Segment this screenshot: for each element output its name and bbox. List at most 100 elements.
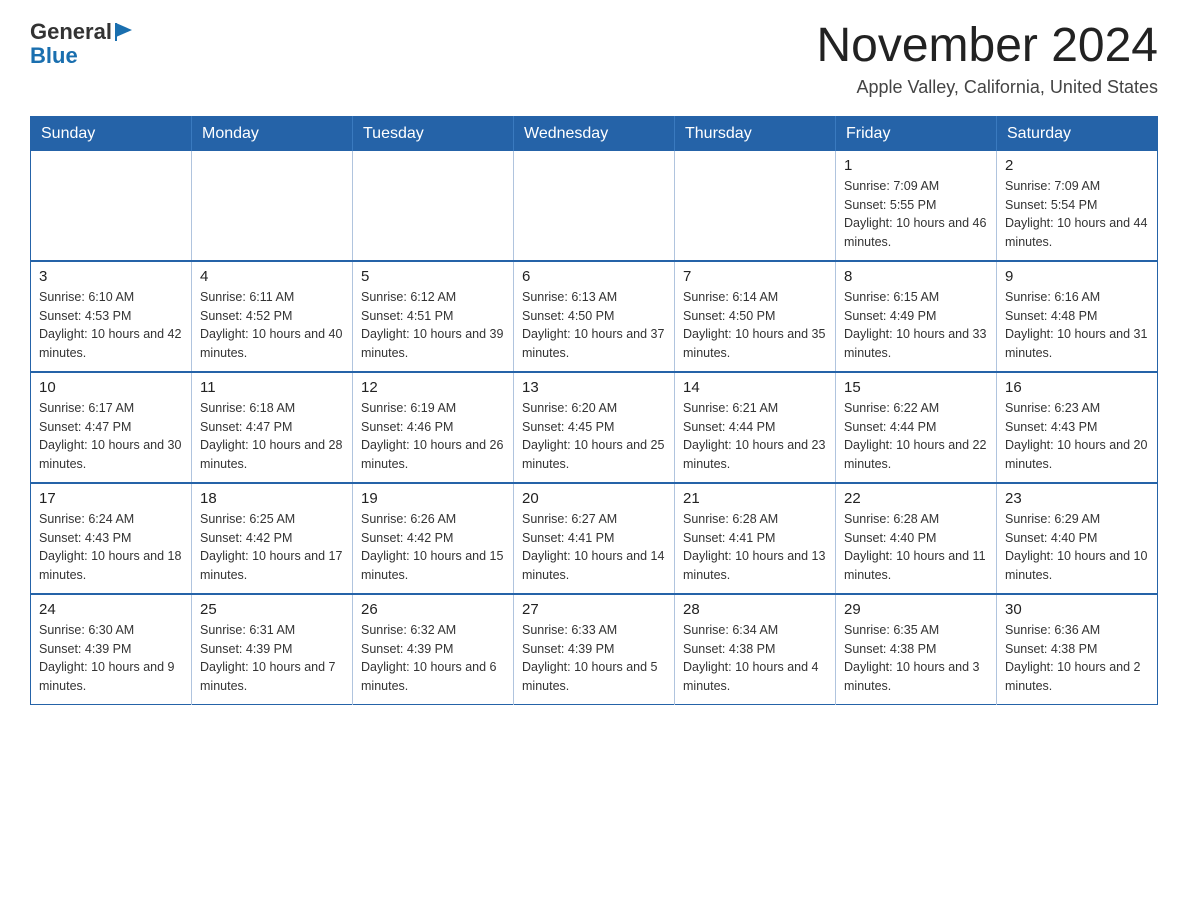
day-number: 20	[522, 490, 666, 507]
day-info: Sunrise: 6:28 AMSunset: 4:40 PMDaylight:…	[844, 510, 988, 585]
calendar-day-cell: 25 Sunrise: 6:31 AMSunset: 4:39 PMDayligh…	[192, 594, 353, 705]
calendar-day-cell: 7 Sunrise: 6:14 AMSunset: 4:50 PMDaylight…	[675, 261, 836, 372]
day-of-week-header: Saturday	[997, 116, 1158, 151]
location-title: Apple Valley, California, United States	[816, 77, 1158, 98]
day-number: 17	[39, 490, 183, 507]
day-info: Sunrise: 6:19 AMSunset: 4:46 PMDaylight:…	[361, 399, 505, 474]
calendar-header: SundayMondayTuesdayWednesdayThursdayFrid…	[31, 116, 1158, 151]
day-info: Sunrise: 6:26 AMSunset: 4:42 PMDaylight:…	[361, 510, 505, 585]
calendar-day-cell: 22 Sunrise: 6:28 AMSunset: 4:40 PMDayligh…	[836, 483, 997, 594]
calendar-day-cell: 14Sunrise: 6:21 AMSunset: 4:44 PMDayligh…	[675, 372, 836, 483]
calendar-table: SundayMondayTuesdayWednesdayThursdayFrid…	[30, 116, 1158, 705]
calendar-day-cell: 13 Sunrise: 6:20 AMSunset: 4:45 PMDayligh…	[514, 372, 675, 483]
calendar-day-cell: 3 Sunrise: 6:10 AMSunset: 4:53 PMDaylight…	[31, 261, 192, 372]
day-info: Sunrise: 6:31 AMSunset: 4:39 PMDaylight:…	[200, 621, 344, 696]
calendar-day-cell: 20 Sunrise: 6:27 AMSunset: 4:41 PMDayligh…	[514, 483, 675, 594]
calendar-day-cell: 15Sunrise: 6:22 AMSunset: 4:44 PMDayligh…	[836, 372, 997, 483]
calendar-week-row: 24Sunrise: 6:30 AMSunset: 4:39 PMDayligh…	[31, 594, 1158, 705]
day-info: Sunrise: 6:25 AMSunset: 4:42 PMDaylight:…	[200, 510, 344, 585]
calendar-day-cell: 4Sunrise: 6:11 AMSunset: 4:52 PMDaylight…	[192, 261, 353, 372]
day-number: 1	[844, 157, 988, 174]
day-number: 23	[1005, 490, 1149, 507]
day-info: Sunrise: 6:14 AMSunset: 4:50 PMDaylight:…	[683, 288, 827, 363]
calendar-day-cell: 23 Sunrise: 6:29 AMSunset: 4:40 PMDayligh…	[997, 483, 1158, 594]
calendar-day-cell: 5 Sunrise: 6:12 AMSunset: 4:51 PMDaylight…	[353, 261, 514, 372]
day-number: 22	[844, 490, 988, 507]
day-of-week-header: Wednesday	[514, 116, 675, 151]
day-info: Sunrise: 6:32 AMSunset: 4:39 PMDaylight:…	[361, 621, 505, 696]
day-number: 3	[39, 268, 183, 285]
title-section: November 2024 Apple Valley, California, …	[816, 20, 1158, 98]
calendar-day-cell: 8 Sunrise: 6:15 AMSunset: 4:49 PMDaylight…	[836, 261, 997, 372]
day-info: Sunrise: 6:15 AMSunset: 4:49 PMDaylight:…	[844, 288, 988, 363]
day-number: 11	[200, 379, 344, 396]
day-number: 28	[683, 601, 827, 618]
day-info: Sunrise: 6:30 AMSunset: 4:39 PMDaylight:…	[39, 621, 183, 696]
day-info: Sunrise: 7:09 AMSunset: 5:55 PMDaylight:…	[844, 177, 988, 252]
day-number: 26	[361, 601, 505, 618]
day-info: Sunrise: 6:35 AMSunset: 4:38 PMDaylight:…	[844, 621, 988, 696]
day-info: Sunrise: 6:24 AMSunset: 4:43 PMDaylight:…	[39, 510, 183, 585]
day-number: 13	[522, 379, 666, 396]
calendar-day-cell	[514, 151, 675, 261]
day-info: Sunrise: 6:20 AMSunset: 4:45 PMDaylight:…	[522, 399, 666, 474]
day-number: 2	[1005, 157, 1149, 174]
logo-blue-text: Blue	[30, 43, 78, 68]
day-number: 25	[200, 601, 344, 618]
day-number: 18	[200, 490, 344, 507]
day-number: 7	[683, 268, 827, 285]
calendar-day-cell: 19 Sunrise: 6:26 AMSunset: 4:42 PMDayligh…	[353, 483, 514, 594]
day-number: 6	[522, 268, 666, 285]
day-of-week-header: Monday	[192, 116, 353, 151]
day-number: 19	[361, 490, 505, 507]
calendar-week-row: 17 Sunrise: 6:24 AMSunset: 4:43 PMDayligh…	[31, 483, 1158, 594]
day-info: Sunrise: 6:27 AMSunset: 4:41 PMDaylight:…	[522, 510, 666, 585]
calendar-day-cell: 21 Sunrise: 6:28 AMSunset: 4:41 PMDayligh…	[675, 483, 836, 594]
calendar-week-row: 3 Sunrise: 6:10 AMSunset: 4:53 PMDaylight…	[31, 261, 1158, 372]
day-info: Sunrise: 6:33 AMSunset: 4:39 PMDaylight:…	[522, 621, 666, 696]
logo-general-text: General	[30, 20, 112, 44]
calendar-day-cell: 16 Sunrise: 6:23 AMSunset: 4:43 PMDayligh…	[997, 372, 1158, 483]
calendar-day-cell: 27Sunrise: 6:33 AMSunset: 4:39 PMDayligh…	[514, 594, 675, 705]
logo: General Blue	[30, 20, 136, 68]
day-of-week-header: Friday	[836, 116, 997, 151]
calendar-day-cell	[192, 151, 353, 261]
calendar-day-cell: 24Sunrise: 6:30 AMSunset: 4:39 PMDayligh…	[31, 594, 192, 705]
day-number: 16	[1005, 379, 1149, 396]
calendar-day-cell: 29 Sunrise: 6:35 AMSunset: 4:38 PMDayligh…	[836, 594, 997, 705]
day-info: Sunrise: 6:28 AMSunset: 4:41 PMDaylight:…	[683, 510, 827, 585]
day-header-row: SundayMondayTuesdayWednesdayThursdayFrid…	[31, 116, 1158, 151]
day-info: Sunrise: 7:09 AMSunset: 5:54 PMDaylight:…	[1005, 177, 1149, 252]
day-number: 15	[844, 379, 988, 396]
day-info: Sunrise: 6:10 AMSunset: 4:53 PMDaylight:…	[39, 288, 183, 363]
day-info: Sunrise: 6:11 AMSunset: 4:52 PMDaylight:…	[200, 288, 344, 363]
day-of-week-header: Sunday	[31, 116, 192, 151]
day-number: 9	[1005, 268, 1149, 285]
day-info: Sunrise: 6:36 AMSunset: 4:38 PMDaylight:…	[1005, 621, 1149, 696]
day-number: 30	[1005, 601, 1149, 618]
day-info: Sunrise: 6:17 AMSunset: 4:47 PMDaylight:…	[39, 399, 183, 474]
calendar-body: 1 Sunrise: 7:09 AMSunset: 5:55 PMDaylight…	[31, 151, 1158, 705]
calendar-day-cell	[675, 151, 836, 261]
day-number: 5	[361, 268, 505, 285]
calendar-day-cell	[353, 151, 514, 261]
logo-flag-icon	[114, 21, 136, 43]
calendar-day-cell: 11 Sunrise: 6:18 AMSunset: 4:47 PMDayligh…	[192, 372, 353, 483]
day-info: Sunrise: 6:12 AMSunset: 4:51 PMDaylight:…	[361, 288, 505, 363]
calendar-day-cell: 30 Sunrise: 6:36 AMSunset: 4:38 PMDayligh…	[997, 594, 1158, 705]
calendar-day-cell: 9Sunrise: 6:16 AMSunset: 4:48 PMDaylight…	[997, 261, 1158, 372]
calendar-week-row: 10 Sunrise: 6:17 AMSunset: 4:47 PMDayligh…	[31, 372, 1158, 483]
day-info: Sunrise: 6:23 AMSunset: 4:43 PMDaylight:…	[1005, 399, 1149, 474]
day-number: 8	[844, 268, 988, 285]
day-of-week-header: Thursday	[675, 116, 836, 151]
calendar-day-cell	[31, 151, 192, 261]
day-number: 12	[361, 379, 505, 396]
day-info: Sunrise: 6:29 AMSunset: 4:40 PMDaylight:…	[1005, 510, 1149, 585]
day-number: 21	[683, 490, 827, 507]
day-info: Sunrise: 6:18 AMSunset: 4:47 PMDaylight:…	[200, 399, 344, 474]
day-number: 10	[39, 379, 183, 396]
day-info: Sunrise: 6:34 AMSunset: 4:38 PMDaylight:…	[683, 621, 827, 696]
day-number: 29	[844, 601, 988, 618]
day-info: Sunrise: 6:21 AMSunset: 4:44 PMDaylight:…	[683, 399, 827, 474]
calendar-day-cell: 18 Sunrise: 6:25 AMSunset: 4:42 PMDayligh…	[192, 483, 353, 594]
